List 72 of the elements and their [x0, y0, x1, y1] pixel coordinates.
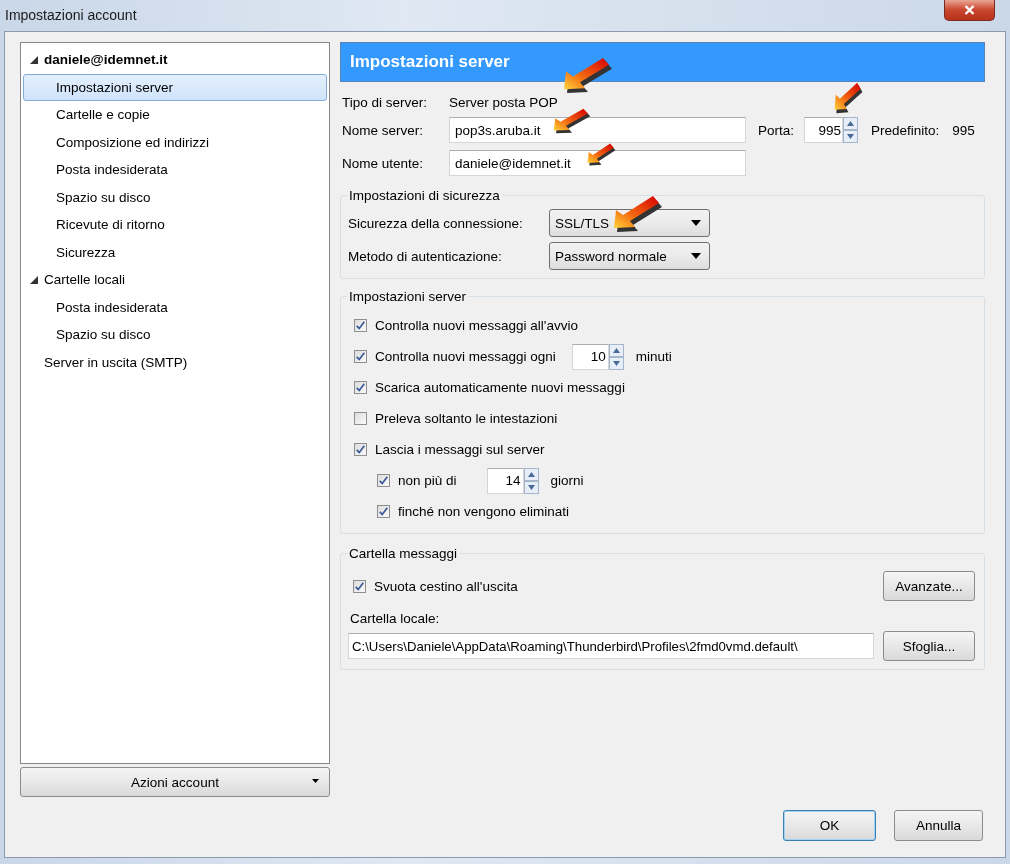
group-title: Impostazioni di sicurezza	[348, 188, 501, 203]
checkbox[interactable]	[377, 474, 390, 487]
checkbox[interactable]	[354, 319, 367, 332]
browse-button[interactable]: Sfoglia...	[883, 631, 975, 661]
tree-item[interactable]: Posta indesiderata	[23, 293, 327, 321]
checkbox[interactable]	[353, 579, 366, 593]
tree-item[interactable]: Composizione ed indirizzi	[23, 128, 327, 156]
checkbox-label: Lascia i messaggi sul server	[375, 442, 545, 457]
advanced-button[interactable]: Avanzate...	[883, 571, 975, 601]
field-label: Porta:	[758, 122, 795, 138]
arrow-icon	[563, 57, 613, 94]
port-field[interactable]: 995	[804, 117, 844, 143]
tree-item[interactable]: daniele@idemnet.it	[23, 46, 327, 74]
caret-icon	[312, 778, 319, 784]
field-label: Cartella locale:	[349, 611, 441, 626]
dialog-button[interactable]: Annulla	[894, 810, 983, 841]
close-button[interactable]	[944, 0, 995, 21]
tree-item[interactable]: Posta indesiderata	[23, 156, 327, 184]
username-field[interactable]: daniele@idemnet.it	[449, 150, 746, 176]
checkbox-label: finché non vengono eliminati	[398, 504, 570, 519]
arrow-icon	[613, 195, 663, 233]
unit-label: giorni	[550, 473, 584, 488]
caret-icon	[691, 253, 701, 259]
group-title: Cartella messaggi	[348, 546, 459, 561]
expander-icon[interactable]	[30, 55, 38, 64]
tree-item[interactable]: Cartelle locali	[23, 266, 327, 294]
field-label: Nome utente:	[341, 155, 425, 171]
checkbox-label: Svuota cestino all'uscita	[374, 578, 518, 594]
window-title: Impostazioni account	[5, 7, 137, 23]
tree-item[interactable]: Spazio su disco	[23, 321, 327, 349]
tree-item[interactable]: Spazio su disco	[23, 183, 327, 211]
spin-arrows-icon[interactable]	[843, 117, 859, 143]
checkbox-label: Preleva soltanto le intestazioni	[375, 411, 558, 426]
checkbox-label: Controlla nuovi messaggi ogni	[375, 349, 556, 364]
checkbox[interactable]	[354, 350, 367, 363]
spin-arrows-icon[interactable]	[608, 343, 624, 370]
expander-icon[interactable]	[30, 275, 38, 284]
checkbox[interactable]	[354, 381, 367, 394]
checkbox[interactable]	[354, 443, 367, 456]
server-field[interactable]: pop3s.aruba.it	[449, 117, 746, 143]
close-icon	[964, 5, 975, 15]
group-title: Impostazioni server	[348, 289, 468, 304]
field-label: Sicurezza della connessione:	[348, 215, 524, 231]
number-field[interactable]: 10	[571, 343, 609, 370]
checkbox[interactable]	[354, 412, 367, 425]
checkbox-label: Scarica automaticamente nuovi messaggi	[375, 380, 625, 395]
tree-item[interactable]: Cartelle e copie	[23, 101, 327, 129]
section-header: Impostazioni server	[340, 42, 985, 82]
dialog-button[interactable]: OK	[783, 810, 876, 841]
arrow-icon	[834, 82, 863, 114]
account-actions-button[interactable]: Azioni account	[20, 767, 330, 797]
tree-item[interactable]: Server in uscita (SMTP)	[23, 348, 327, 376]
spin-arrows-icon[interactable]	[523, 467, 539, 494]
caret-icon	[691, 220, 701, 226]
tree-item[interactable]: Ricevute di ritorno	[23, 211, 327, 239]
number-field[interactable]: 14	[486, 467, 524, 494]
checkbox-label: Controlla nuovi messaggi all'avvio	[375, 318, 578, 333]
path-field[interactable]: C:\Users\Daniele\AppData\Roaming\Thunderbird\Profiles\2fmd0vmd.default\	[348, 633, 874, 659]
field-value: Server posta POP	[449, 94, 558, 110]
dropdown[interactable]: Password normale	[549, 242, 710, 270]
unit-label: minuti	[635, 349, 672, 364]
arrow-icon	[553, 108, 591, 134]
field-value: 995	[952, 122, 975, 138]
field-label: Tipo di server:	[341, 94, 429, 110]
tree-item[interactable]: Sicurezza	[23, 238, 327, 266]
checkbox-label: non più di	[398, 473, 457, 488]
tree-item[interactable]: Impostazioni server	[23, 73, 327, 101]
field-label: Nome server:	[341, 122, 425, 138]
arrow-icon	[587, 143, 616, 166]
checkbox[interactable]	[377, 505, 390, 518]
field-label: Predefinito:	[871, 122, 940, 138]
field-label: Metodo di autenticazione:	[348, 248, 503, 264]
